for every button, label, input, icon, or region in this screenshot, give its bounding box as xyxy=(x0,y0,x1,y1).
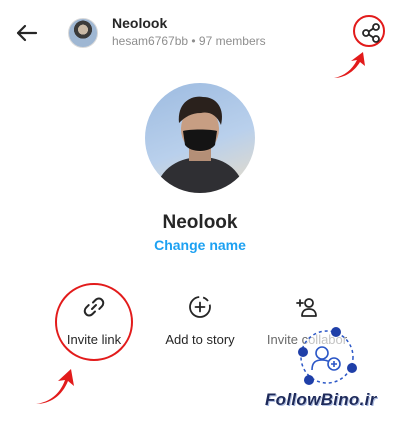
watermark-text: FollowBino.ir xyxy=(265,390,377,409)
link-icon xyxy=(83,297,105,317)
pointer-arrow-icon xyxy=(334,52,365,78)
invite-link-button[interactable]: Invite link xyxy=(39,294,149,364)
back-arrow-icon xyxy=(16,24,38,42)
invite-link-label: Invite link xyxy=(66,332,122,347)
group-subtitle: hesam6767bb • 97 members xyxy=(112,34,266,48)
add-to-story-icon xyxy=(189,296,211,318)
back-button[interactable] xyxy=(12,18,42,48)
change-name-link[interactable]: Change name xyxy=(0,237,400,253)
add-person-icon xyxy=(296,298,317,317)
share-icon xyxy=(362,23,380,43)
share-button[interactable] xyxy=(353,15,385,47)
pointer-arrow-icon xyxy=(36,369,74,404)
group-title: Neolook xyxy=(112,15,168,31)
add-to-story-label: Add to story xyxy=(165,332,235,347)
add-to-story-button[interactable]: Add to story xyxy=(145,294,255,364)
person-photo-icon xyxy=(155,96,245,193)
group-avatar-small[interactable] xyxy=(68,18,98,48)
watermark-logo-icon xyxy=(298,327,357,385)
group-name: Neolook xyxy=(162,212,238,233)
group-avatar[interactable] xyxy=(145,83,255,193)
